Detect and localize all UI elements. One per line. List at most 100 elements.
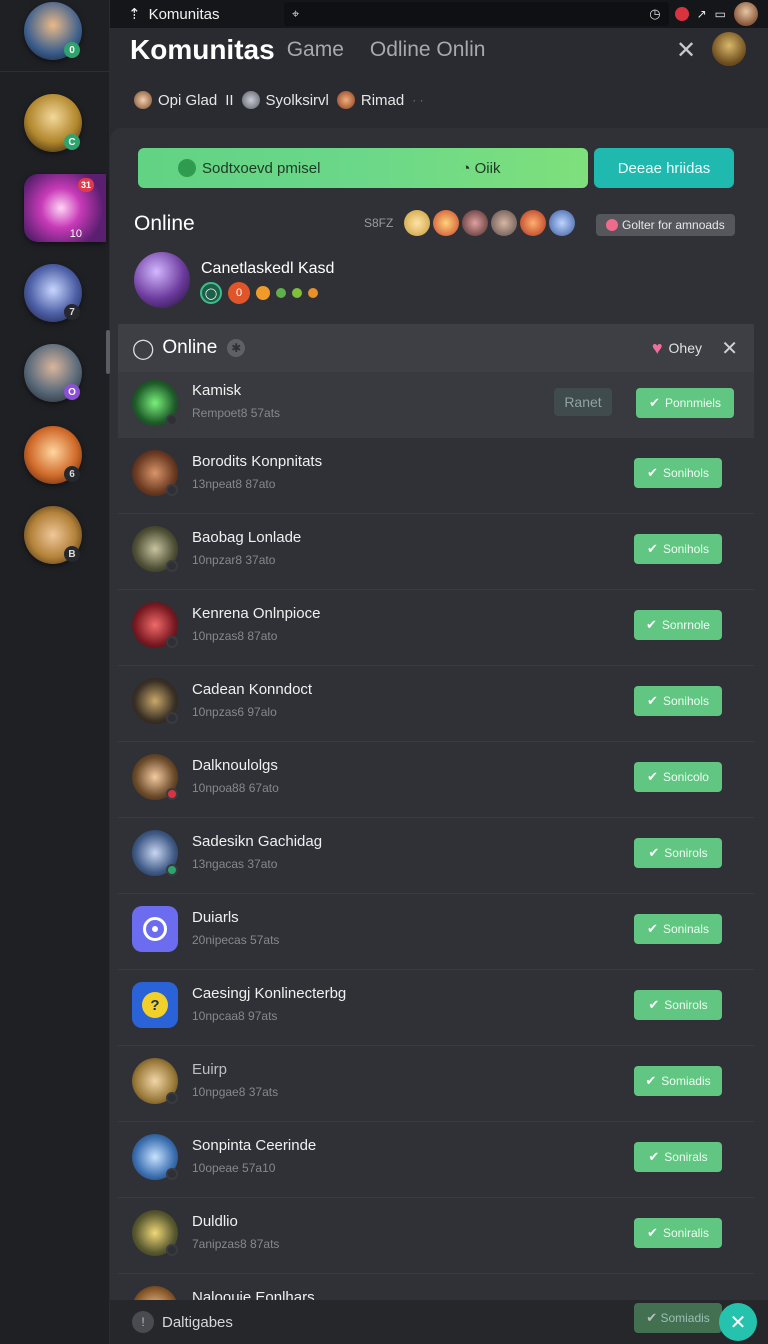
info-icon[interactable]: ! (132, 1311, 154, 1333)
server-sidebar: 0 C 31 10 7 O 6 B (0, 0, 110, 1344)
list-item[interactable]: Baobag Lonlade 10npzar8 37ato ✔ Sonihols (118, 514, 754, 590)
gather-button[interactable]: Golter for amnoads (596, 214, 735, 236)
secondary-action-button[interactable]: Deeae hriidas (594, 148, 734, 188)
member-status: 10npoa88 67ato (192, 781, 279, 795)
verified-icon: ◯ (200, 282, 222, 304)
primary-action-left[interactable]: Sodtxoevd pmisel (138, 159, 374, 177)
member-name: Caesingj Konlinecterbg (192, 985, 347, 1002)
server-avatar-1[interactable]: 0 (24, 2, 82, 60)
online-avatar[interactable] (520, 210, 546, 236)
notification-count: 31 (77, 178, 94, 192)
section-title: Online (162, 337, 218, 358)
server-avatar-active[interactable]: 31 10 (24, 174, 106, 242)
page-header: Komunitas Game Odline Onlin ✕ (110, 28, 768, 72)
server-avatar-6[interactable]: B (24, 506, 82, 564)
accept-label: Sonihols (662, 466, 709, 480)
accept-button[interactable]: ✔ Sonirols (634, 838, 722, 868)
tab-online[interactable]: Odline Onlin (370, 38, 486, 62)
primary-action-right[interactable]: ◔ Oiik (374, 160, 588, 177)
member-name: Borodits Konpnitats (192, 453, 323, 470)
other-label: Ohey (668, 340, 702, 356)
online-avatar[interactable] (491, 210, 517, 236)
featured-name: Canetlaskedl Kasd (201, 260, 335, 277)
flower-icon (308, 288, 318, 298)
check-icon: ✔ (647, 921, 658, 936)
more-indicator[interactable]: · · (412, 93, 423, 107)
member-status: 13ngacas 37ato (192, 857, 278, 871)
bottom-label[interactable]: Daltigabes (162, 1314, 233, 1331)
other-filter[interactable]: ♥ Ohey (652, 338, 702, 359)
check-icon: ✔ (647, 1225, 658, 1240)
online-avatar[interactable] (462, 210, 488, 236)
list-item[interactable]: ? Caesingj Konlinecterbg 10npcaa8 97ats … (118, 970, 754, 1046)
online-avatar[interactable] (404, 210, 430, 236)
accept-label: Somiadis (660, 1311, 710, 1325)
list-item[interactable]: Sonpinta Ceerinde 10opeae 57a10 ✔ Soniral… (118, 1122, 754, 1198)
accept-label: Sonihols (662, 694, 709, 708)
accept-button[interactable]: ✔ Sonihols (634, 686, 722, 716)
member-avatar (132, 906, 178, 952)
user-avatar-icon[interactable] (134, 91, 152, 109)
primary-action-button[interactable]: Sodtxoevd pmisel ◔ Oiik (138, 148, 588, 188)
user-name[interactable]: Syolksirvl (266, 92, 329, 109)
battery-icon: ▭ (714, 7, 726, 21)
server-avatar-5[interactable]: 6 (24, 426, 82, 484)
member-name: Euirp (192, 1061, 228, 1078)
list-item[interactable]: Duldlio 7anipzas8 87ats ✔ Soniralis (118, 1198, 754, 1274)
list-item[interactable]: Kamisk Rempoet8 57ats Ranet ✔ Ponnmiels (118, 372, 754, 438)
crosshair-icon: ⌖ (292, 6, 300, 21)
member-list: Kamisk Rempoet8 57ats Ranet ✔ Ponnmiels B… (118, 372, 754, 1344)
secondary-button[interactable]: Ranet (554, 388, 612, 416)
member-count: 10 (69, 228, 82, 240)
member-name: Sadesikn Gachidag (192, 833, 323, 850)
accept-button[interactable]: ✔ Ponnmiels (636, 388, 734, 418)
list-item[interactable]: Borodits Konpnitats 13npeat8 87ato ✔ Soni… (118, 438, 754, 514)
status-dot (166, 636, 178, 648)
accept-button[interactable]: ✔ Sonihols (634, 534, 722, 564)
tab-game[interactable]: Game (287, 38, 344, 62)
emoji-app-icon: ? (142, 992, 168, 1018)
accept-button[interactable]: ✔ Somiadis (634, 1066, 722, 1096)
server-badge: 7 (64, 304, 80, 320)
server-avatar-2[interactable]: C (24, 94, 82, 152)
list-item[interactable]: Euirp 10npgae8 37ats ✔ Somiadis (118, 1046, 754, 1122)
status-dot (166, 484, 178, 496)
close-icon[interactable]: ✕ (676, 36, 696, 65)
close-fab[interactable]: ✕ (719, 1303, 757, 1341)
accept-button[interactable]: ✔ Sonrnole (634, 610, 722, 640)
accept-label: Sonihols (662, 542, 709, 556)
member-status: 10opeae 57a10 (192, 1161, 276, 1175)
list-item[interactable]: Kenrena Onlnpioce 10npzas8 87ato ✔ Sonrno… (118, 590, 754, 666)
list-item[interactable]: Sadesikn Gachidag 13ngacas 37ato ✔ Soniro… (118, 818, 754, 894)
accept-button[interactable]: ✔ Soninals (634, 914, 722, 944)
check-icon: ✔ (648, 997, 660, 1012)
user-name[interactable]: Opi Glad (158, 92, 217, 109)
server-badge: O (64, 384, 80, 400)
close-icon[interactable]: ✕ (721, 336, 738, 361)
list-item[interactable]: Duiarls 20nipecas 57ats ✔ Soninals (118, 894, 754, 970)
profile-avatar[interactable] (734, 2, 758, 26)
member-avatar: ? (132, 982, 178, 1028)
online-avatar[interactable] (433, 210, 459, 236)
status-center: ⌖ ◷ (284, 2, 669, 26)
server-avatar-3[interactable]: 7 (24, 264, 82, 322)
user-avatar[interactable] (712, 32, 746, 66)
status-dot (166, 788, 178, 800)
accept-button[interactable]: ✔ Soniralis (634, 1218, 722, 1248)
settings-icon[interactable]: ✱ (227, 339, 246, 357)
member-status: Rempoet8 57ats (192, 406, 281, 420)
user-name[interactable]: Rimad (361, 92, 404, 109)
server-avatar-4[interactable]: O (24, 344, 82, 402)
list-item[interactable]: Dalknoulolgs 10npoa88 67ato ✔ Sonicolo (118, 742, 754, 818)
accept-button[interactable]: ✔ Sonihols (634, 458, 722, 488)
user-avatar-icon[interactable] (241, 91, 260, 109)
accept-button[interactable]: ✔ Sonirals (634, 1142, 722, 1172)
accept-button[interactable]: ✔ Sonicolo (634, 762, 722, 792)
list-item[interactable]: Cadean Konndoct 10npzas6 97alo ✔ Sonihols (118, 666, 754, 742)
accept-button[interactable]: ✔ Somiadis (634, 1303, 722, 1333)
member-status: 20nipecas 57ats (192, 933, 280, 947)
accept-button[interactable]: ✔ Sonirols (634, 990, 722, 1020)
online-avatar[interactable] (549, 210, 575, 236)
user-avatar-icon[interactable] (336, 91, 355, 109)
status-dot (166, 560, 178, 572)
